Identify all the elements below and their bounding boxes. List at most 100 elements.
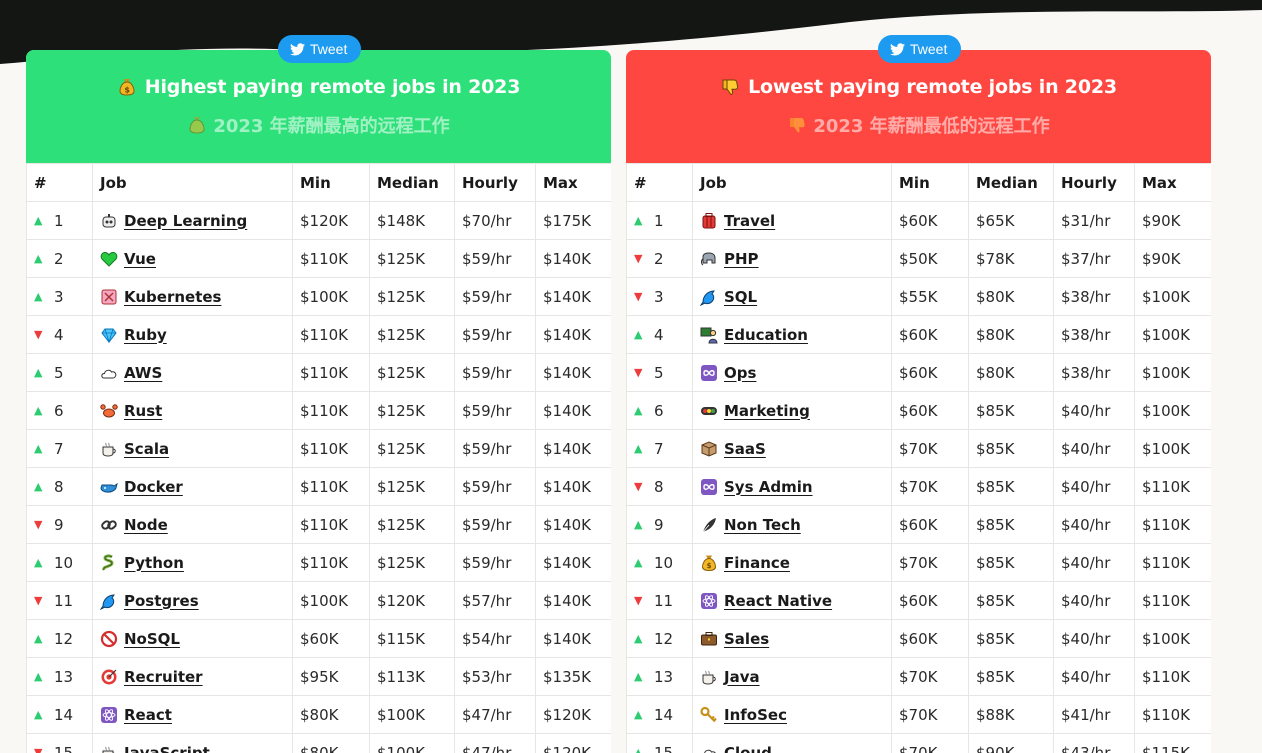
rank-number: 2 [54, 249, 64, 268]
job-link[interactable]: Docker [124, 478, 183, 496]
job-link[interactable]: Ops [724, 364, 756, 382]
hourly-cell: $37/hr [1053, 239, 1135, 278]
snake-icon [102, 553, 114, 571]
max-cell: $100K [1134, 429, 1211, 468]
min-cell: $60K [891, 581, 969, 620]
job-cell: Sys Admin [692, 467, 892, 506]
col-job[interactable]: Job [692, 163, 892, 202]
job-link[interactable]: Cloud [724, 744, 772, 753]
max-cell: $110K [1134, 581, 1211, 620]
job-link[interactable]: SQL [724, 288, 757, 306]
min-cell: $110K [292, 239, 370, 278]
job-link[interactable]: Python [124, 554, 184, 572]
job-link[interactable]: React [124, 706, 172, 724]
min-cell: $60K [891, 505, 969, 544]
job-link[interactable]: InfoSec [724, 706, 787, 724]
job-link[interactable]: Postgres [124, 592, 199, 610]
job-link[interactable]: React Native [724, 592, 832, 610]
job-link[interactable]: Recruiter [124, 668, 203, 686]
max-cell: $140K [535, 543, 611, 582]
twitter-bird-icon [290, 42, 305, 55]
job-link[interactable]: Deep Learning [124, 212, 247, 230]
svg-text:$: $ [124, 86, 130, 95]
col-max[interactable]: Max [535, 163, 611, 202]
max-cell: $140K [535, 239, 611, 278]
rank-number: 14 [54, 705, 74, 724]
max-cell: $100K [1134, 619, 1211, 658]
job-link[interactable]: Java [724, 668, 760, 686]
col-rank[interactable]: # [26, 163, 93, 202]
trend-up-icon: ▲ [634, 518, 643, 531]
median-cell: $125K [369, 467, 455, 506]
rank-number: 10 [54, 553, 74, 572]
median-cell: $125K [369, 429, 455, 468]
job-link[interactable]: Education [724, 326, 808, 344]
hourly-cell: $31/hr [1053, 201, 1135, 240]
col-median[interactable]: Median [369, 163, 455, 202]
max-cell: $140K [535, 353, 611, 392]
trend-down-icon: ▼ [634, 480, 643, 493]
median-cell: $125K [369, 239, 455, 278]
job-link[interactable]: Sales [724, 630, 769, 648]
rank-cell: ▼ 11 [26, 581, 93, 620]
job-link[interactable]: Vue [124, 250, 156, 268]
job-link[interactable]: Rust [124, 402, 162, 420]
min-cell: $60K [891, 315, 969, 354]
rank-cell: ▲ 10 [26, 543, 93, 582]
job-cell: Deep Learning [92, 201, 293, 240]
job-link[interactable]: SaaS [724, 440, 766, 458]
table-row: ▲ 4 Education $60K $80K $38/hr $100K [626, 315, 1211, 354]
job-link[interactable]: Sys Admin [724, 478, 813, 496]
kubernetes-icon [101, 289, 117, 304]
col-hourly[interactable]: Hourly [1053, 163, 1135, 202]
median-cell: $88K [968, 695, 1054, 734]
job-link[interactable]: Finance [724, 554, 790, 572]
min-cell: $70K [891, 733, 969, 753]
job-link[interactable]: JavaScript [124, 744, 210, 753]
job-link[interactable]: Node [124, 516, 168, 534]
link-icon [101, 519, 117, 530]
job-link[interactable]: NoSQL [124, 630, 180, 648]
col-min[interactable]: Min [292, 163, 370, 202]
job-link[interactable]: Non Tech [724, 516, 801, 534]
job-link[interactable]: AWS [124, 364, 162, 382]
trend-down-icon: ▼ [34, 746, 43, 753]
hourly-cell: $38/hr [1053, 277, 1135, 316]
tweet-button-highest[interactable]: Tweet [278, 35, 362, 63]
col-hourly[interactable]: Hourly [454, 163, 536, 202]
col-max[interactable]: Max [1134, 163, 1211, 202]
job-link[interactable]: Travel [724, 212, 775, 230]
max-cell: $120K [535, 733, 611, 753]
job-cell: Ops [692, 353, 892, 392]
trend-up-icon: ▲ [34, 404, 43, 417]
job-link[interactable]: PHP [724, 250, 759, 268]
trend-up-icon: ▲ [634, 556, 643, 569]
col-median[interactable]: Median [968, 163, 1054, 202]
trend-up-icon: ▲ [34, 442, 43, 455]
col-rank[interactable]: # [626, 163, 693, 202]
rank-number: 10 [654, 553, 674, 572]
job-link[interactable]: Scala [124, 440, 169, 458]
tweet-button-lowest[interactable]: Tweet [878, 35, 962, 63]
job-link[interactable]: Ruby [124, 326, 167, 344]
job-link[interactable]: Marketing [724, 402, 810, 420]
max-cell: $140K [535, 391, 611, 430]
highest-paying-panel: $ Highest paying remote jobs in 2023 202… [26, 50, 611, 753]
rank-number: 3 [654, 287, 664, 306]
package-icon [701, 440, 717, 457]
dolphin-icon [100, 593, 115, 610]
col-job[interactable]: Job [92, 163, 293, 202]
job-link[interactable]: Kubernetes [124, 288, 221, 306]
col-min[interactable]: Min [891, 163, 969, 202]
job-cell: Non Tech [692, 505, 892, 544]
max-cell: $120K [535, 695, 611, 734]
teacher-icon [700, 327, 718, 343]
table-row: ▼ 5 Ops $60K $80K $38/hr $100K [626, 353, 1211, 392]
rank-cell: ▲ 12 [626, 619, 693, 658]
infinity-icon [701, 364, 717, 381]
hourly-cell: $47/hr [454, 733, 536, 753]
rank-cell: ▼ 3 [626, 277, 693, 316]
max-cell: $100K [1134, 277, 1211, 316]
atom-icon [101, 706, 117, 723]
table-row: ▼ 9 Node $110K $125K $59/hr $140K [26, 505, 611, 544]
